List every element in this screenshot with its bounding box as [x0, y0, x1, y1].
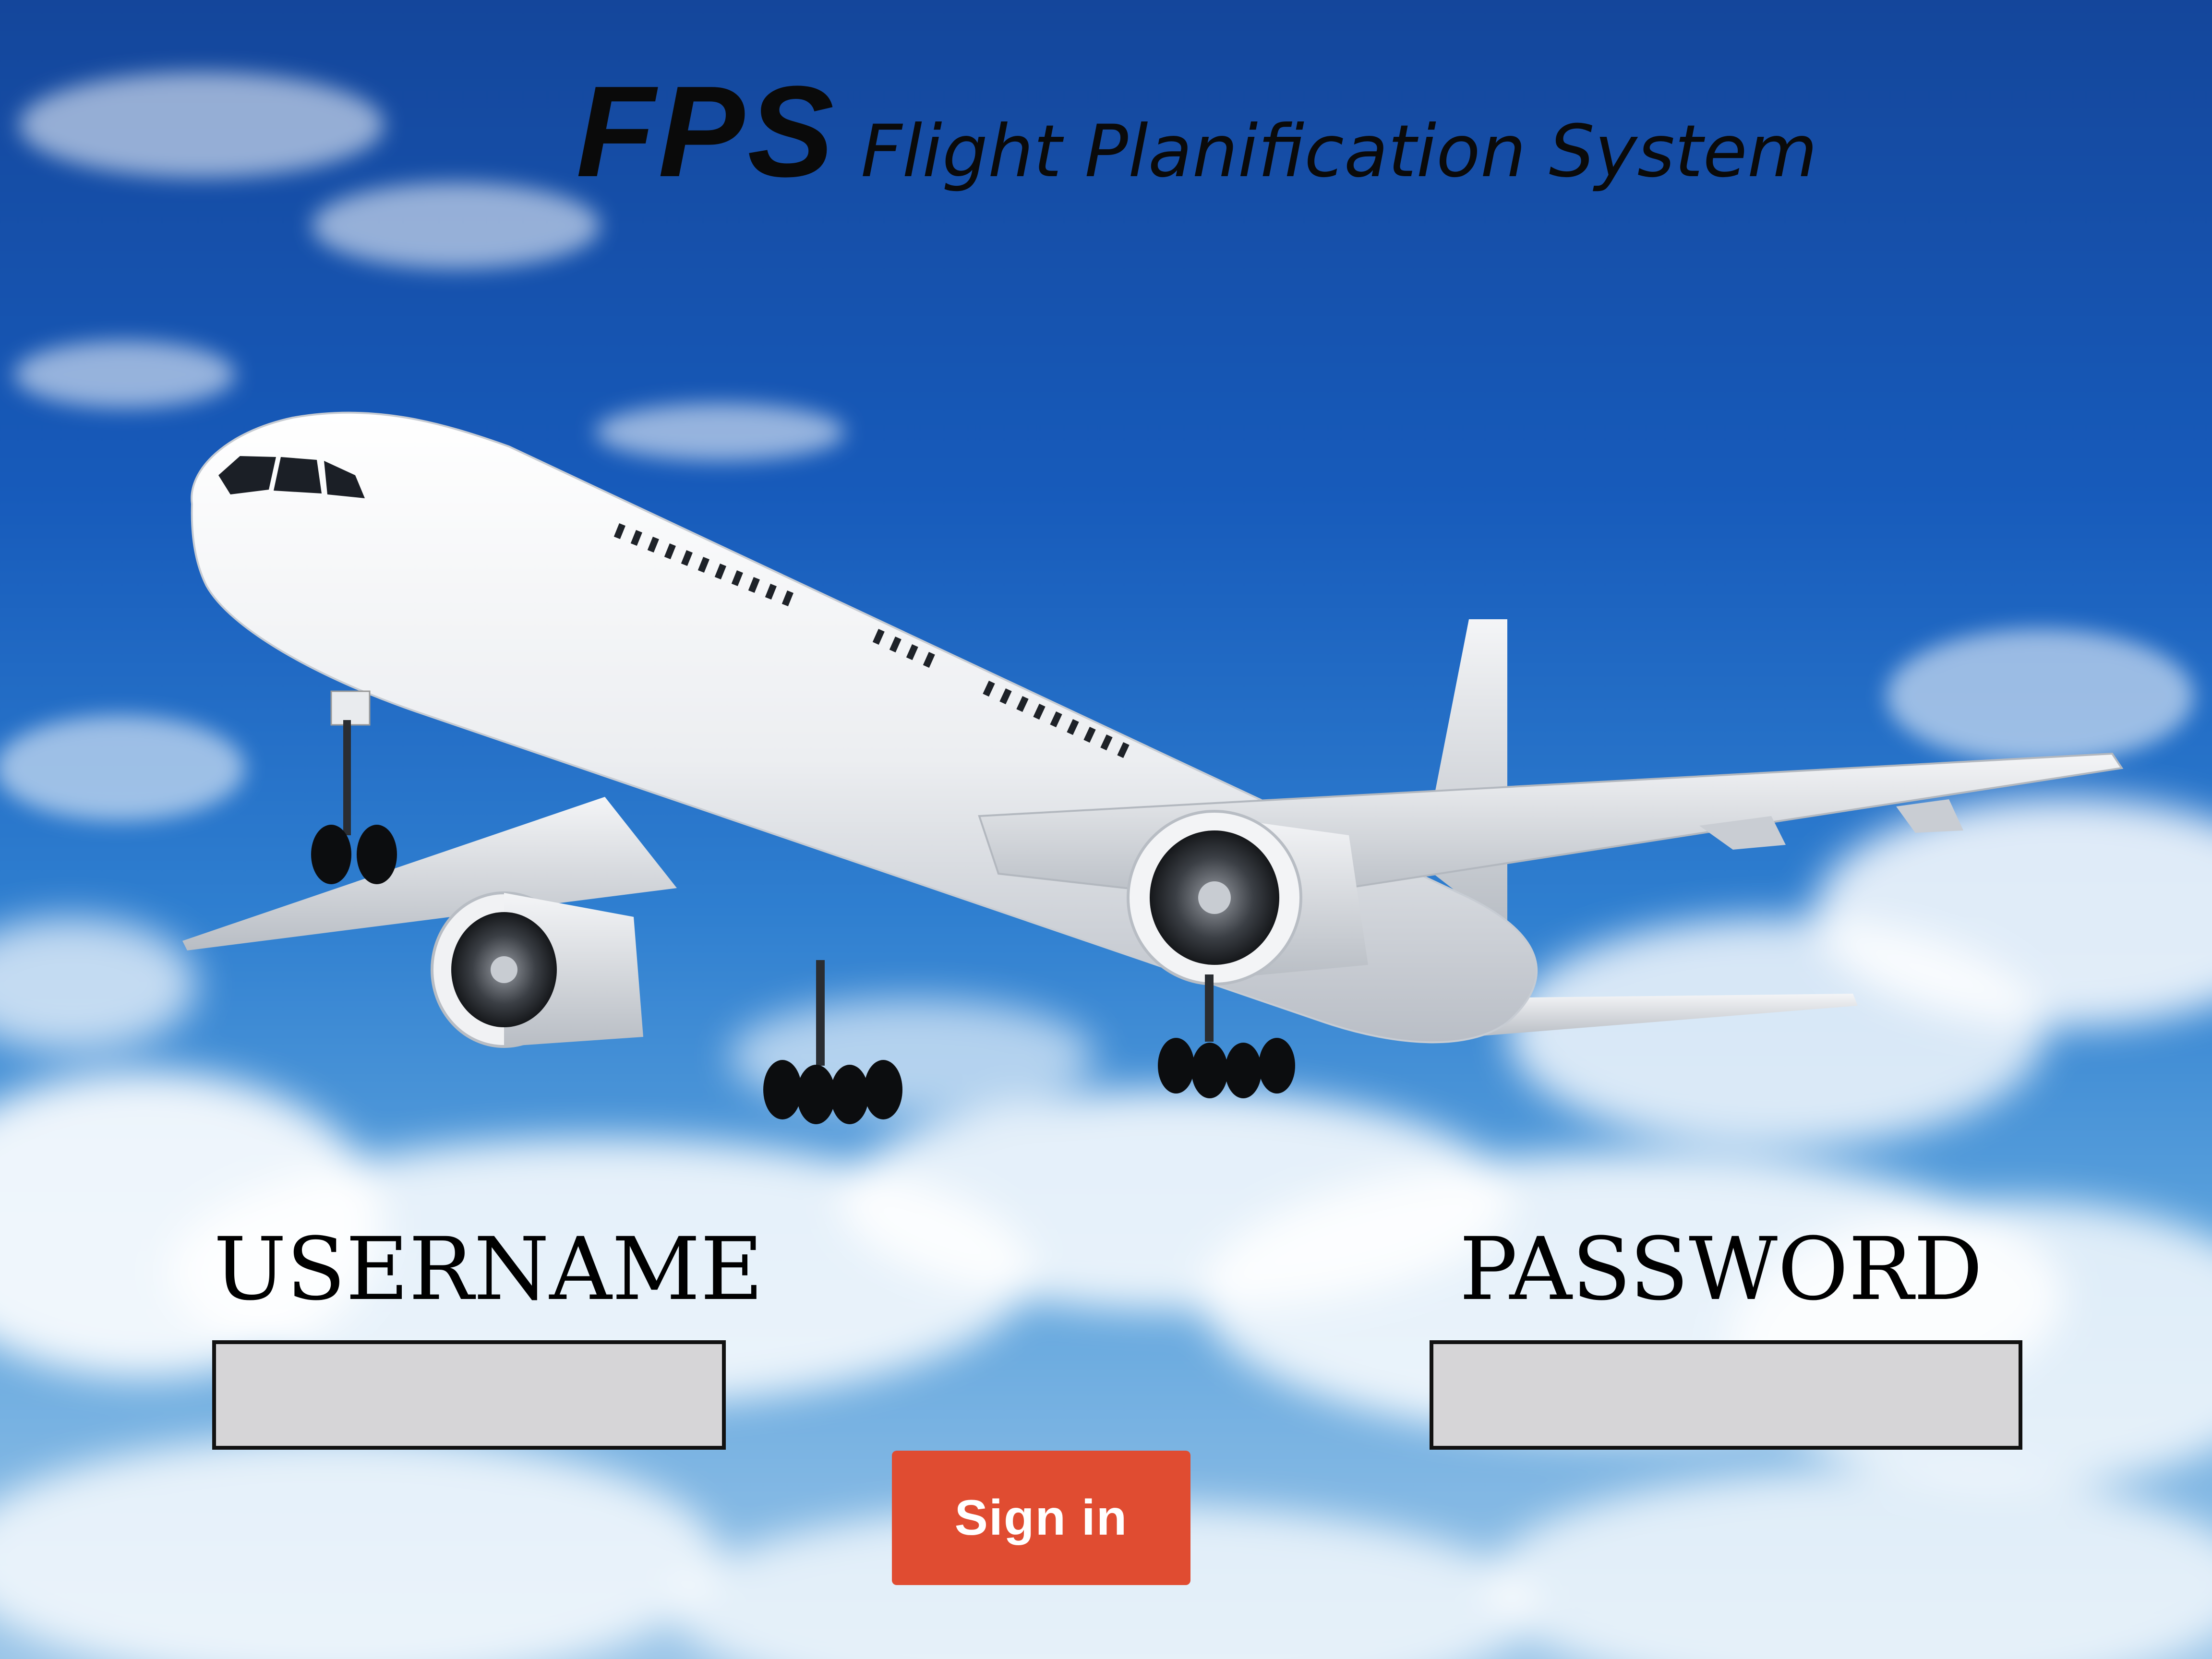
password-field[interactable] [1430, 1340, 2022, 1450]
username-label: USERNAME [214, 1219, 764, 1320]
password-label: PASSWORD [1459, 1219, 1983, 1320]
app-title: FPS Flight Planification System [576, 58, 1817, 206]
app-full-name: Flight Planification System [861, 110, 1817, 193]
sign-in-button[interactable]: Sign in [892, 1451, 1190, 1585]
username-field[interactable] [212, 1340, 726, 1450]
login-screen: FPS Flight Planification System USERNAME… [0, 0, 2212, 1659]
airplane-image [182, 411, 2124, 1124]
app-abbreviation: FPS [576, 60, 837, 204]
